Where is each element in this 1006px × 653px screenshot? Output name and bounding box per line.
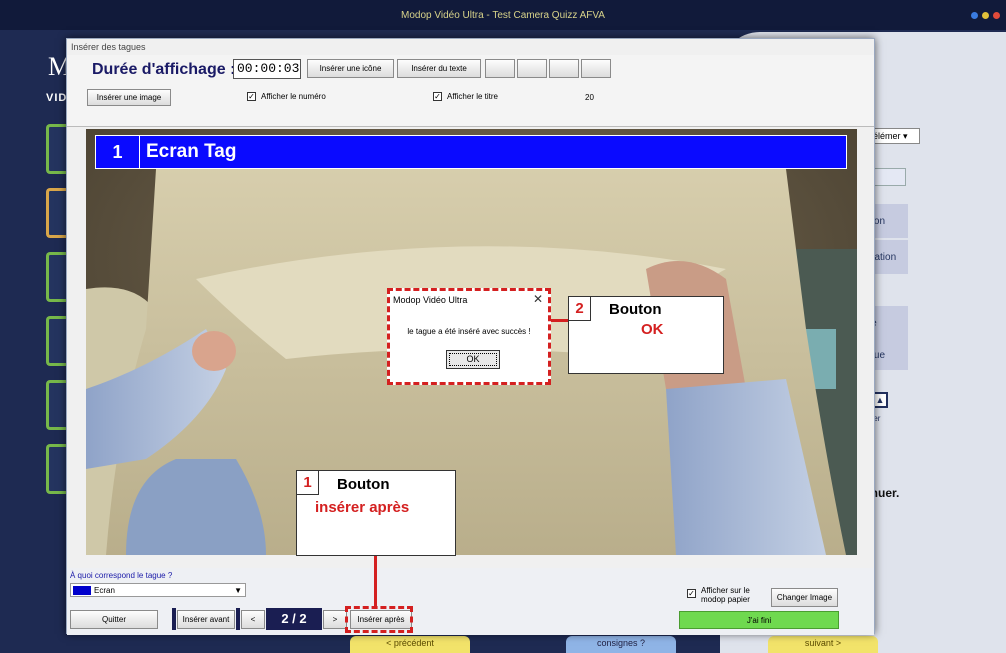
tag-title: Ecran Tag <box>146 141 237 162</box>
show-title-check-icon[interactable]: ✓ <box>433 92 442 101</box>
show-title-label: Afficher le titre <box>447 92 498 101</box>
callout-connector-1 <box>374 556 377 607</box>
show-number-checkbox[interactable]: ✓ Afficher le numéro <box>247 92 326 101</box>
chevron-down-icon[interactable]: ▼ <box>234 586 242 595</box>
window-dot-red-icon[interactable] <box>993 12 1000 19</box>
window-dot-blue-icon[interactable] <box>971 12 978 19</box>
prev-page-button[interactable]: < <box>241 610 265 629</box>
tag-type-question: À quoi correspond le tague ? <box>70 571 173 580</box>
next-page-button[interactable]: > <box>323 610 347 629</box>
app-title: Modop Vidéo Ultra - Test Camera Quizz AF… <box>401 10 605 21</box>
callout-ok-subtitle: OK <box>641 321 664 338</box>
callout-insert-after-title: Bouton <box>337 476 390 493</box>
background-select[interactable]: élémer ▾ <box>870 128 920 144</box>
dialog-toolbar: Durée d'affichage : 00:00:03 Insérer une… <box>67 55 874 127</box>
window-dot-yellow-icon[interactable] <box>982 12 989 19</box>
close-icon[interactable]: ✕ <box>533 292 543 306</box>
nav-separator-mid <box>236 608 240 630</box>
quit-button[interactable]: Quitter <box>70 610 158 629</box>
blank-tool-button-1[interactable] <box>485 59 515 78</box>
show-title-checkbox[interactable]: ✓ Afficher le titre <box>433 92 498 101</box>
background-field[interactable] <box>870 168 906 186</box>
tag-type-color-swatch <box>73 585 91 595</box>
callout-ok: 2 Bouton OK <box>568 296 724 374</box>
change-image-button[interactable]: Changer Image <box>771 588 838 607</box>
app-logo-subtitle: VID <box>46 92 68 104</box>
print-label-line1: Afficher sur le <box>701 586 750 595</box>
show-number-label: Afficher le numéro <box>261 92 326 101</box>
callout-connector-2 <box>551 319 569 322</box>
blank-tool-button-4[interactable] <box>581 59 611 78</box>
insert-before-button[interactable]: Insérer avant <box>177 610 235 629</box>
callout-ok-number: 2 <box>569 297 591 321</box>
insert-after-highlight <box>345 606 413 633</box>
callout-insert-after-number: 1 <box>297 471 319 495</box>
ok-button[interactable]: OK <box>446 350 500 369</box>
insert-text-button[interactable]: Insérer du texte <box>397 59 481 78</box>
callout-insert-after: 1 Bouton insérer après <box>296 470 456 556</box>
previous-button[interactable]: < précédent <box>350 636 470 653</box>
duration-input[interactable]: 00:00:03 <box>233 59 301 79</box>
tag-type-select[interactable]: Ecran ▼ <box>70 583 246 597</box>
app-titlebar: Modop Vidéo Ultra - Test Camera Quizz AF… <box>0 0 1006 30</box>
background-select-value: élémer <box>873 131 901 141</box>
duration-label: Durée d'affichage : <box>92 61 236 78</box>
done-button[interactable]: J'ai fini <box>679 611 839 629</box>
insert-image-button[interactable]: Insérer une image <box>87 89 171 106</box>
tag-number: 1 <box>96 136 140 168</box>
dialog-title: Insérer des tagues <box>71 42 146 52</box>
print-check-icon[interactable]: ✓ <box>687 589 696 598</box>
insert-icon-button[interactable]: Insérer une icône <box>307 59 394 78</box>
callout-insert-after-subtitle: insérer après <box>315 499 410 516</box>
blank-tool-button-2[interactable] <box>517 59 547 78</box>
page-indicator: 2 / 2 <box>266 608 322 630</box>
window-controls[interactable] <box>971 12 1000 19</box>
count-value: 20 <box>585 93 594 102</box>
print-checkbox[interactable]: ✓ Afficher sur le modop papier <box>687 586 750 604</box>
tag-banner: 1 Ecran Tag <box>95 135 847 169</box>
message-box-text: le tague a été inséré avec succès ! <box>407 327 531 336</box>
print-label: Afficher sur le modop papier <box>701 586 750 604</box>
show-number-check-icon[interactable]: ✓ <box>247 92 256 101</box>
callout-ok-title: Bouton <box>609 301 662 318</box>
tag-type-value: Ecran <box>94 585 115 595</box>
message-box-title: Modop Vidéo Ultra <box>393 295 468 305</box>
success-message-box: Modop Vidéo Ultra ✕ le tague a été insér… <box>387 288 551 385</box>
nav-separator-left <box>172 608 176 630</box>
next-step-button[interactable]: suivant > <box>768 636 878 653</box>
instructions-button[interactable]: consignes ? <box>566 636 676 653</box>
print-label-line2: modop papier <box>701 595 750 604</box>
blank-tool-button-3[interactable] <box>549 59 579 78</box>
